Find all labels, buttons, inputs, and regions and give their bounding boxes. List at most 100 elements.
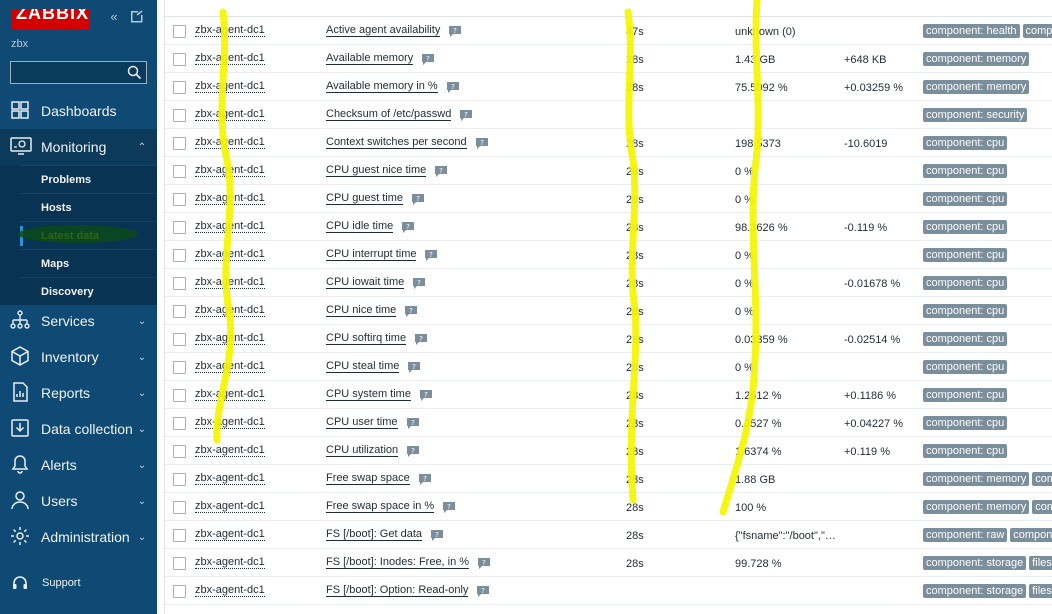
host-link[interactable]: zbx-agent-dc1 bbox=[195, 389, 265, 401]
host-link[interactable]: zbx-agent-dc1 bbox=[195, 193, 265, 205]
item-tag[interactable]: component: memory bbox=[923, 52, 1030, 66]
nav-users[interactable]: Users ⌄ bbox=[0, 483, 157, 519]
nav-monitoring[interactable]: Monitoring ⌃ bbox=[0, 129, 157, 165]
row-checkbox[interactable] bbox=[173, 361, 186, 374]
row-checkbox[interactable] bbox=[173, 557, 186, 570]
item-tag[interactable]: component: cpu bbox=[923, 164, 1008, 178]
item-name-link[interactable]: Free swap space in % bbox=[326, 501, 435, 513]
item-tag[interactable]: comp bbox=[1032, 472, 1052, 486]
item-name-link[interactable]: CPU steal time bbox=[326, 361, 400, 373]
item-tag[interactable]: compone bbox=[1010, 528, 1052, 542]
host-link[interactable]: zbx-agent-dc1 bbox=[195, 529, 265, 541]
host-link[interactable]: zbx-agent-dc1 bbox=[195, 557, 265, 569]
row-checkbox[interactable] bbox=[173, 53, 186, 66]
host-link[interactable]: zbx-agent-dc1 bbox=[195, 109, 265, 121]
item-tag[interactable]: component: cpu bbox=[923, 388, 1008, 402]
row-checkbox[interactable] bbox=[173, 137, 186, 150]
item-description-icon[interactable]: ? bbox=[475, 137, 488, 149]
host-link[interactable]: zbx-agent-dc1 bbox=[195, 25, 265, 37]
nav-alerts[interactable]: Alerts ⌄ bbox=[0, 447, 157, 483]
item-description-icon[interactable]: ? bbox=[443, 501, 456, 513]
item-name-link[interactable]: CPU guest nice time bbox=[326, 165, 427, 177]
item-tag[interactable]: component: cpu bbox=[923, 444, 1008, 458]
item-name-link[interactable]: CPU nice time bbox=[326, 305, 397, 317]
submenu-problems[interactable]: Problems bbox=[20, 165, 157, 193]
item-name-link[interactable]: FS [/boot]: Option: Read-only bbox=[326, 585, 469, 597]
item-description-icon[interactable]: ? bbox=[460, 109, 473, 121]
item-name-link[interactable]: Checksum of /etc/passwd bbox=[326, 109, 452, 121]
host-link[interactable]: zbx-agent-dc1 bbox=[195, 249, 265, 261]
item-description-icon[interactable]: ? bbox=[422, 53, 435, 65]
item-tag[interactable]: component: cpu bbox=[923, 192, 1008, 206]
nav-data-collection[interactable]: Data collection ⌄ bbox=[0, 411, 157, 447]
row-checkbox[interactable] bbox=[173, 249, 186, 262]
row-checkbox[interactable] bbox=[173, 305, 186, 318]
item-tag[interactable]: component: cpu bbox=[923, 248, 1008, 262]
item-description-icon[interactable]: ? bbox=[478, 557, 491, 569]
row-checkbox[interactable] bbox=[173, 193, 186, 206]
item-name-link[interactable]: CPU user time bbox=[326, 417, 398, 429]
item-tag[interactable]: component: health bbox=[923, 24, 1020, 38]
item-name-link[interactable]: Free swap space bbox=[326, 473, 410, 485]
row-checkbox[interactable] bbox=[173, 165, 186, 178]
item-name-link[interactable]: FS [/boot]: Get data bbox=[326, 529, 422, 541]
item-tag[interactable]: component: cpu bbox=[923, 360, 1008, 374]
item-tag[interactable]: component: memory bbox=[923, 80, 1030, 94]
item-name-link[interactable]: Available memory in % bbox=[326, 81, 438, 93]
item-description-icon[interactable]: ? bbox=[435, 165, 448, 177]
zabbix-logo[interactable]: ZABBIX bbox=[12, 9, 90, 29]
item-description-icon[interactable]: ? bbox=[431, 529, 443, 541]
host-link[interactable]: zbx-agent-dc1 bbox=[195, 361, 265, 373]
item-description-icon[interactable]: ? bbox=[412, 193, 425, 205]
item-tag[interactable]: comp bbox=[1032, 500, 1052, 514]
item-tag[interactable]: component: memory bbox=[923, 472, 1030, 486]
item-description-icon[interactable]: ? bbox=[415, 333, 428, 345]
submenu-latest-data[interactable]: Latest data bbox=[20, 221, 157, 249]
item-tag[interactable]: filesy bbox=[1029, 556, 1052, 570]
submenu-discovery[interactable]: Discovery bbox=[20, 277, 157, 305]
item-tag[interactable]: component: cpu bbox=[923, 332, 1008, 346]
item-tag[interactable]: component: storage bbox=[923, 556, 1027, 570]
host-link[interactable]: zbx-agent-dc1 bbox=[195, 221, 265, 233]
host-link[interactable]: zbx-agent-dc1 bbox=[195, 277, 265, 289]
item-description-icon[interactable]: ? bbox=[405, 305, 418, 317]
item-name-link[interactable]: CPU interrupt time bbox=[326, 249, 417, 261]
row-checkbox[interactable] bbox=[173, 529, 186, 542]
item-description-icon[interactable]: ? bbox=[413, 277, 426, 289]
item-name-link[interactable]: Active agent availability bbox=[326, 25, 441, 37]
host-link[interactable]: zbx-agent-dc1 bbox=[195, 53, 265, 65]
row-checkbox[interactable] bbox=[173, 81, 186, 94]
host-link[interactable]: zbx-agent-dc1 bbox=[195, 333, 265, 345]
item-tag[interactable]: component: cpu bbox=[923, 220, 1008, 234]
host-link[interactable]: zbx-agent-dc1 bbox=[195, 417, 265, 429]
item-tag[interactable]: component: cpu bbox=[923, 276, 1008, 290]
item-description-icon[interactable]: ? bbox=[408, 361, 421, 373]
nav-inventory[interactable]: Inventory ⌄ bbox=[0, 339, 157, 375]
kiosk-mode-icon[interactable] bbox=[129, 10, 143, 24]
submenu-hosts[interactable]: Hosts bbox=[20, 193, 157, 221]
row-checkbox[interactable] bbox=[173, 25, 186, 38]
host-link[interactable]: zbx-agent-dc1 bbox=[195, 305, 265, 317]
row-checkbox[interactable] bbox=[173, 221, 186, 234]
item-description-icon[interactable]: ? bbox=[419, 389, 432, 401]
nav-reports[interactable]: Reports ⌄ bbox=[0, 375, 157, 411]
item-tag[interactable]: comp bbox=[1022, 24, 1052, 38]
item-description-icon[interactable]: ? bbox=[449, 25, 462, 37]
item-tag[interactable]: component: memory bbox=[923, 500, 1030, 514]
item-name-link[interactable]: CPU guest time bbox=[326, 193, 404, 205]
row-checkbox[interactable] bbox=[173, 389, 186, 402]
collapse-sidebar-icon[interactable]: « bbox=[107, 10, 121, 24]
item-description-icon[interactable]: ? bbox=[446, 81, 459, 93]
item-tag[interactable]: component: raw bbox=[923, 528, 1008, 542]
host-link[interactable]: zbx-agent-dc1 bbox=[195, 585, 265, 597]
item-tag[interactable]: component: cpu bbox=[923, 304, 1008, 318]
item-name-link[interactable]: Available memory bbox=[326, 53, 414, 65]
item-description-icon[interactable]: ? bbox=[418, 473, 431, 485]
item-name-link[interactable]: CPU iowait time bbox=[326, 277, 405, 289]
nav-services[interactable]: Services ⌄ bbox=[0, 303, 157, 339]
nav-dashboards[interactable]: Dashboards bbox=[0, 93, 157, 129]
item-description-icon[interactable]: ? bbox=[477, 585, 490, 597]
row-checkbox[interactable] bbox=[173, 501, 186, 514]
item-name-link[interactable]: FS [/boot]: Inodes: Free, in % bbox=[326, 557, 470, 569]
host-link[interactable]: zbx-agent-dc1 bbox=[195, 445, 265, 457]
